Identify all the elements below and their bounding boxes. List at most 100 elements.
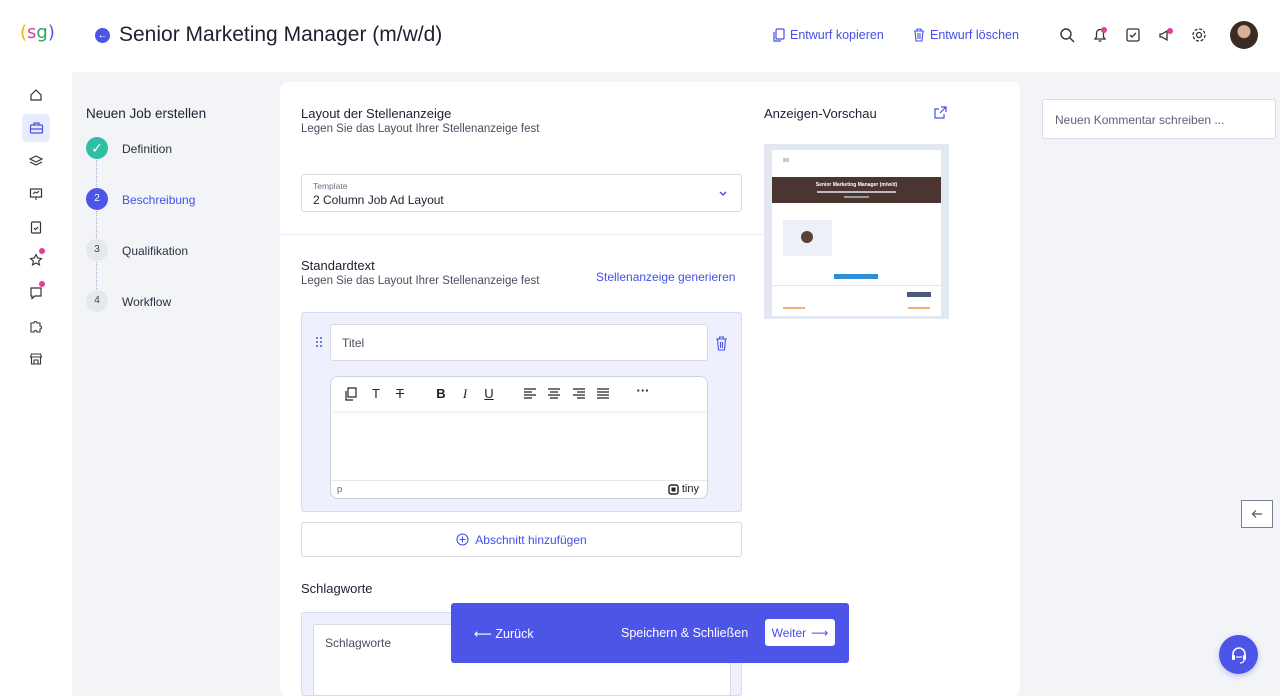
template-select-value: 2 Column Job Ad Layout <box>313 193 444 207</box>
preview-header-banner: Senior Marketing Manager (m/w/d) <box>772 177 941 203</box>
collapse-panel-button[interactable] <box>1241 500 1273 528</box>
text-format-icon[interactable]: T <box>368 386 384 401</box>
align-right-icon[interactable] <box>571 388 587 399</box>
editor-statusbar: p tiny <box>331 480 707 498</box>
preview-contact-avatar <box>801 231 813 243</box>
step-4-label[interactable]: Workflow <box>122 295 171 309</box>
align-left-icon[interactable] <box>522 388 538 399</box>
back-button-label: Zurück <box>495 627 534 641</box>
messages-badge <box>39 281 45 287</box>
preview-footer-link <box>908 307 930 309</box>
announcement-badge <box>1167 28 1173 34</box>
align-center-icon[interactable] <box>546 388 562 399</box>
sidebar-item-layers[interactable] <box>22 147 50 175</box>
step-1-label[interactable]: Definition <box>122 142 172 156</box>
back-arrow-icon[interactable]: ← <box>95 28 110 43</box>
top-bar: (sg) ← Senior Marketing Manager (m/w/d) … <box>0 0 1280 72</box>
sidebar-item-store[interactable] <box>22 345 50 373</box>
sidebar-item-presentation[interactable] <box>22 180 50 208</box>
store-icon <box>29 353 43 365</box>
template-select-label: Template <box>313 181 348 191</box>
gear-icon[interactable] <box>1190 26 1208 44</box>
home-icon <box>30 89 42 101</box>
copy-draft-button[interactable]: Entwurf kopieren <box>773 28 884 42</box>
copy-format-icon[interactable] <box>343 387 359 401</box>
task-check-icon[interactable] <box>1124 26 1142 44</box>
next-button[interactable]: Weiter ⟶ <box>765 619 835 646</box>
briefcase-icon <box>29 122 43 134</box>
section-title-input[interactable]: Titel <box>330 324 708 361</box>
back-button[interactable]: ⟵ Zurück <box>474 626 534 641</box>
step-3-label[interactable]: Qualifikation <box>122 244 188 258</box>
layers-icon <box>29 155 43 166</box>
preview-divider <box>772 285 941 286</box>
add-section-button[interactable]: Abschnitt hinzufügen <box>301 522 742 557</box>
drag-handle-icon[interactable] <box>315 336 323 348</box>
preview-meta-line <box>844 196 869 198</box>
copy-draft-label: Entwurf kopieren <box>790 28 884 42</box>
generate-job-ad-link[interactable]: Stellenanzeige generieren <box>596 270 735 284</box>
comment-input[interactable]: Neuen Kommentar schreiben ... <box>1042 99 1276 139</box>
step-1-check-icon[interactable]: ✓ <box>86 137 108 159</box>
preview-footer-link <box>783 307 805 309</box>
presentation-icon <box>29 188 43 200</box>
search-icon[interactable] <box>1058 26 1076 44</box>
copy-icon <box>773 28 785 42</box>
more-options-icon[interactable]: ··· <box>635 383 651 398</box>
rich-text-editor[interactable]: T T B I U ··· p tiny <box>330 376 708 499</box>
preview-ad-title: Senior Marketing Manager (m/w/d) <box>815 182 898 188</box>
ad-preview-page: Senior Marketing Manager (m/w/d) <box>772 150 941 316</box>
section-title-placeholder: Titel <box>342 336 365 350</box>
page-title: Senior Marketing Manager (m/w/d) <box>119 23 443 46</box>
preview-contact-card <box>783 220 832 256</box>
favorites-badge <box>39 248 45 254</box>
arrow-left-icon <box>1251 510 1262 518</box>
sidebar-item-messages[interactable] <box>22 279 50 307</box>
puzzle-icon <box>30 321 42 333</box>
user-avatar[interactable] <box>1230 21 1258 49</box>
clear-format-icon[interactable]: T <box>392 386 408 401</box>
tiny-brand-icon <box>668 483 679 495</box>
bold-icon[interactable]: B <box>433 386 449 401</box>
add-section-label: Abschnitt hinzufügen <box>475 532 587 547</box>
preview-title: Anzeigen-Vorschau <box>764 106 877 121</box>
sidebar-item-favorites[interactable] <box>22 246 50 274</box>
headset-icon <box>1231 646 1246 664</box>
sidebar-item-jobs[interactable] <box>22 114 50 142</box>
star-icon <box>29 253 43 266</box>
delete-draft-button[interactable]: Entwurf löschen <box>913 28 1019 42</box>
sidebar-item-clipboard[interactable] <box>22 213 50 241</box>
section-divider <box>280 234 764 235</box>
step-connector <box>96 211 97 240</box>
step-connector <box>96 160 97 189</box>
step-2-number[interactable]: 2 <box>86 188 108 210</box>
tiny-logo[interactable]: tiny <box>668 483 699 495</box>
chevron-down-icon <box>719 191 727 196</box>
wizard-action-bar: ⟵ Zurück Speichern & Schließen Weiter ⟶ <box>451 603 849 663</box>
step-3-number[interactable]: 3 <box>86 239 108 261</box>
clipboard-check-icon <box>30 221 42 234</box>
arrow-right-icon: ⟶ <box>811 625 829 640</box>
align-justify-icon[interactable] <box>595 388 611 399</box>
keywords-placeholder: Schlagworte <box>325 636 392 650</box>
save-close-button[interactable]: Speichern & Schließen <box>621 626 748 640</box>
sidebar-item-integrations[interactable] <box>22 312 50 340</box>
step-4-number[interactable]: 4 <box>86 290 108 312</box>
stepper-title: Neuen Job erstellen <box>86 106 207 121</box>
delete-section-icon[interactable] <box>715 336 728 351</box>
preview-meta-line <box>817 191 896 193</box>
step-2-label[interactable]: Beschreibung <box>122 193 195 207</box>
standard-text-subtitle: Legen Sie das Layout Ihrer Stellenanzeig… <box>301 275 540 287</box>
underline-icon[interactable]: U <box>481 386 497 401</box>
chat-icon <box>30 287 42 300</box>
notification-badge <box>1101 27 1107 33</box>
trash-icon <box>914 28 924 42</box>
external-link-icon[interactable] <box>934 106 947 119</box>
app-logo[interactable]: (sg) <box>20 22 55 50</box>
plus-circle-icon <box>456 533 469 546</box>
template-select[interactable]: Template 2 Column Job Ad Layout <box>301 174 742 212</box>
standard-text-title: Standardtext <box>301 258 375 273</box>
sidebar-item-home[interactable] <box>22 81 50 109</box>
support-button[interactable] <box>1219 635 1258 674</box>
italic-icon[interactable]: I <box>457 386 473 402</box>
